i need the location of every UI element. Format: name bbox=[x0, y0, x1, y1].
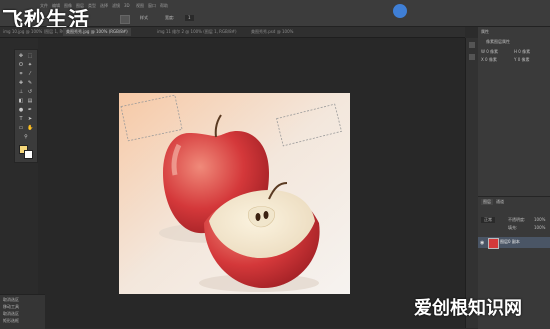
style-label: 样式 bbox=[140, 15, 148, 20]
size-label: 宽度: bbox=[165, 15, 175, 20]
document-canvas[interactable] bbox=[119, 93, 350, 294]
watermark-bottom-right: 爱创根知识网 bbox=[414, 298, 522, 319]
gradient-tool-icon[interactable]: ▤ bbox=[27, 98, 33, 104]
brush-tool-icon[interactable]: ✎ bbox=[27, 80, 33, 86]
properties-layer-type: 像素图层属性 bbox=[486, 39, 510, 44]
shape-tool-icon[interactable]: ▭ bbox=[18, 125, 24, 131]
menu-item-select[interactable]: 选择 bbox=[100, 1, 108, 10]
size-field[interactable]: 1 bbox=[185, 15, 194, 21]
magic-wand-icon[interactable]: ✦ bbox=[27, 62, 33, 68]
panel-icon-strip bbox=[465, 38, 478, 328]
properties-panel-icon[interactable] bbox=[469, 54, 475, 60]
tab-document-4[interactable]: 美图秀秀.psd @ 100% bbox=[248, 28, 296, 36]
blend-mode-select[interactable]: 正常 bbox=[481, 217, 495, 223]
history-item[interactable]: 取消选区 bbox=[3, 297, 19, 303]
lasso-tool-icon[interactable]: ʘ bbox=[18, 62, 24, 68]
tools-panel: ✥ ⬚ ʘ ✦ ⌗ ⁄ ✚ ✎ ⊥ ↺ ◧ ▤ ● ✒ T ➤ ▭ ✋ ⚲ bbox=[14, 49, 38, 163]
healing-brush-icon[interactable]: ✚ bbox=[18, 80, 24, 86]
menu-item-view[interactable]: 视图 bbox=[136, 1, 144, 10]
history-panel-icon[interactable] bbox=[469, 42, 475, 48]
menu-item-3d[interactable]: 3D bbox=[124, 1, 130, 10]
marquee-tool-icon[interactable]: ⬚ bbox=[27, 53, 33, 59]
tab-document-3[interactable]: img 11 维尔 2 @ 100% (图层 1, RGB/8#) bbox=[154, 28, 240, 36]
layer-name[interactable]: 图层0 副本 bbox=[500, 239, 520, 245]
zoom-tool-icon[interactable]: ⚲ bbox=[23, 134, 29, 140]
tab-channels[interactable]: 通道 bbox=[496, 199, 504, 205]
stamp-tool-icon[interactable]: ⊥ bbox=[18, 89, 24, 95]
history-brush-icon[interactable]: ↺ bbox=[27, 89, 33, 95]
history-panel: 取消选区 移动工具 取消选区 矩形选框 bbox=[0, 294, 45, 329]
eyedropper-icon[interactable]: ⁄ bbox=[27, 71, 33, 77]
profile-avatar[interactable] bbox=[393, 4, 407, 18]
properties-y[interactable]: Y 0 像素 bbox=[514, 57, 530, 63]
background-color-swatch[interactable] bbox=[24, 150, 33, 159]
hand-tool-icon[interactable]: ✋ bbox=[27, 125, 33, 131]
opacity-label: 不透明度: bbox=[508, 217, 526, 222]
tab-document-2[interactable]: 美图秀秀.jpg @ 100% (RGB/8#) bbox=[63, 28, 131, 36]
visibility-eye-icon[interactable]: ◉ bbox=[480, 240, 484, 246]
selection-mode-icon[interactable] bbox=[120, 15, 130, 24]
tab-layers[interactable]: 图层 bbox=[481, 199, 493, 205]
eraser-tool-icon[interactable]: ◧ bbox=[18, 98, 24, 104]
menu-item-window[interactable]: 窗口 bbox=[148, 1, 156, 10]
opacity-field[interactable]: 100% bbox=[534, 217, 545, 223]
layer-row[interactable]: ◉ 图层0 副本 bbox=[478, 237, 550, 249]
properties-title: 属性 bbox=[481, 29, 489, 34]
layer-thumbnail bbox=[488, 238, 499, 249]
history-item[interactable]: 矩形选框 bbox=[3, 318, 19, 324]
move-tool-icon[interactable]: ✥ bbox=[18, 53, 24, 59]
dodge-tool-icon[interactable]: ● bbox=[18, 107, 24, 113]
fill-field[interactable]: 100% bbox=[534, 225, 545, 231]
history-item[interactable]: 取消选区 bbox=[3, 311, 19, 317]
properties-width[interactable]: W 0 像素 bbox=[481, 49, 498, 55]
pen-tool-icon[interactable]: ✒ bbox=[27, 107, 33, 113]
document-tab-bar: img 10.jpg @ 100% (图层 1, RGB/8#) 美图秀秀.jp… bbox=[0, 27, 465, 38]
properties-x[interactable]: X 0 像素 bbox=[481, 57, 497, 63]
menu-item-help[interactable]: 帮助 bbox=[160, 1, 168, 10]
apple-image bbox=[119, 93, 350, 294]
path-select-icon[interactable]: ➤ bbox=[27, 116, 33, 122]
type-tool-icon[interactable]: T bbox=[18, 116, 24, 122]
properties-height[interactable]: H 0 像素 bbox=[514, 49, 530, 55]
fill-label: 填充: bbox=[508, 225, 518, 230]
menu-item-filter[interactable]: 滤镜 bbox=[112, 1, 120, 10]
history-item[interactable]: 移动工具 bbox=[3, 304, 19, 310]
crop-tool-icon[interactable]: ⌗ bbox=[18, 71, 24, 77]
